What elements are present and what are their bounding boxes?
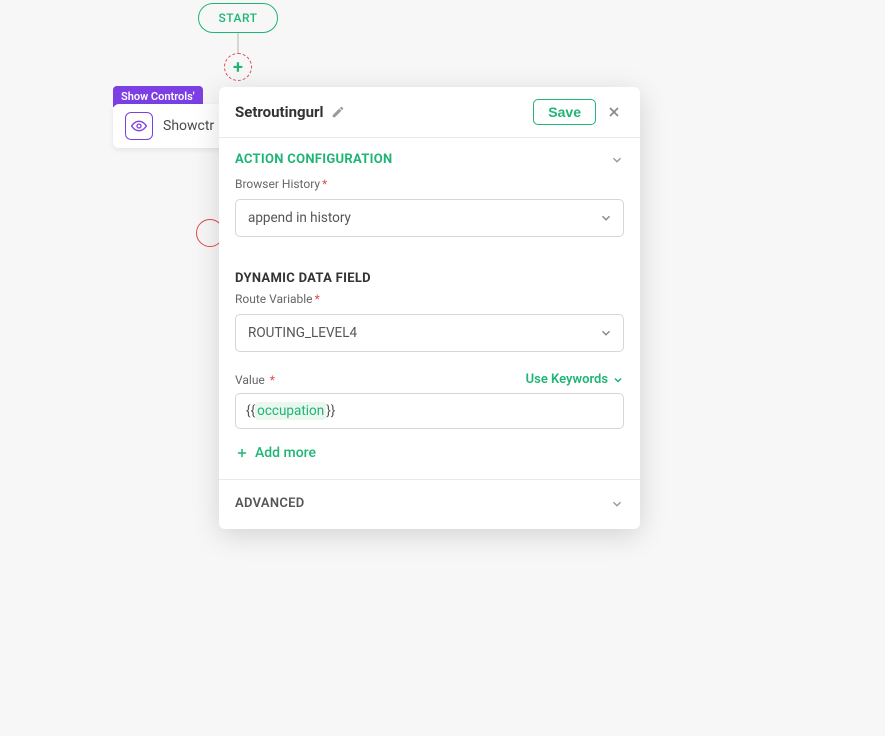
- route-variable-field: Route Variable* ROUTING_LEVEL4: [219, 292, 640, 366]
- use-keywords-button[interactable]: Use Keywords: [526, 372, 624, 387]
- panel-header: Setroutingurl Save: [219, 87, 640, 138]
- route-variable-label: Route Variable*: [235, 292, 624, 306]
- node-badge-label: Show Controls': [121, 90, 195, 103]
- plus-icon: +: [233, 57, 243, 78]
- panel-title: Setroutingurl: [235, 103, 323, 121]
- plus-icon: [235, 446, 249, 460]
- connector-line: [237, 33, 239, 53]
- section-advanced-title: ADVANCED: [235, 496, 305, 511]
- add-node-button[interactable]: +: [224, 53, 252, 81]
- use-keywords-label: Use Keywords: [526, 372, 608, 387]
- required-marker: *: [267, 373, 275, 387]
- save-button[interactable]: Save: [533, 99, 596, 125]
- dynamic-data-section: DYNAMIC DATA FIELD: [219, 251, 640, 292]
- required-marker: *: [315, 292, 320, 306]
- chevron-down-icon: [599, 211, 613, 225]
- edit-title-button[interactable]: [331, 105, 345, 119]
- section-action-configuration-title: ACTION CONFIGURATION: [235, 152, 392, 167]
- value-field-header: Value * Use Keywords: [219, 366, 640, 393]
- required-marker: *: [322, 177, 327, 191]
- chevron-down-icon: [610, 153, 624, 167]
- section-advanced[interactable]: ADVANCED: [219, 480, 640, 529]
- section-action-configuration[interactable]: ACTION CONFIGURATION: [219, 138, 640, 177]
- keyword-token: {{occupation}}: [246, 402, 335, 420]
- browser-history-field: Browser History* append in history: [219, 177, 640, 251]
- config-panel: Setroutingurl Save ACTION CONFIGURATION …: [219, 87, 640, 529]
- add-more-button[interactable]: Add more: [219, 439, 640, 479]
- eye-icon: [125, 112, 153, 140]
- browser-history-select[interactable]: append in history: [235, 199, 624, 237]
- route-variable-value: ROUTING_LEVEL4: [248, 325, 357, 341]
- add-more-label: Add more: [255, 445, 316, 461]
- close-button[interactable]: [604, 102, 624, 122]
- chevron-down-icon: [612, 374, 624, 386]
- route-variable-select[interactable]: ROUTING_LEVEL4: [235, 314, 624, 352]
- node-card-label: Showctr: [163, 118, 214, 134]
- browser-history-label: Browser History*: [235, 177, 624, 191]
- dynamic-data-title: DYNAMIC DATA FIELD: [235, 271, 371, 286]
- chevron-down-icon: [610, 497, 624, 511]
- start-node-label: START: [219, 11, 258, 25]
- start-node[interactable]: START: [198, 3, 278, 33]
- value-label: Value *: [235, 373, 275, 387]
- browser-history-value: append in history: [248, 210, 351, 226]
- value-input[interactable]: {{occupation}}: [235, 393, 624, 429]
- chevron-down-icon: [599, 326, 613, 340]
